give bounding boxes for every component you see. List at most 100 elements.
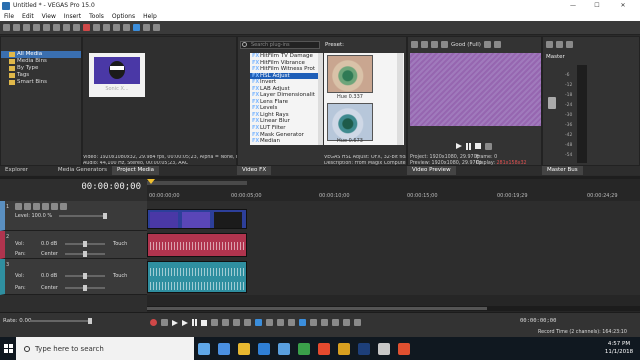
zoom-tool-icon[interactable] <box>153 24 160 31</box>
pause-icon[interactable] <box>466 143 471 150</box>
audio-track-header[interactable]: 2 Vol: 0.0 dB Touch Pan: Center <box>0 231 147 259</box>
pause-icon[interactable] <box>192 319 197 326</box>
render-icon[interactable] <box>33 24 40 31</box>
open-icon[interactable] <box>13 24 20 31</box>
volume-slider[interactable] <box>83 241 87 247</box>
save-icon[interactable] <box>23 24 30 31</box>
copy-icon[interactable] <box>63 24 70 31</box>
overlay-icon[interactable] <box>431 41 438 48</box>
automation-mode[interactable]: Touch <box>113 241 127 247</box>
automation-icon[interactable] <box>42 203 49 210</box>
play-from-start-icon[interactable] <box>172 319 178 326</box>
tree-item-by-type[interactable]: By Type <box>1 65 81 72</box>
tree-item-media-bins[interactable]: Media Bins <box>1 58 81 65</box>
menu-options[interactable]: Options <box>108 13 139 20</box>
tab-project-media[interactable]: Project Media <box>111 166 160 175</box>
mixer-settings-icon[interactable] <box>546 41 553 48</box>
trim-start-icon[interactable] <box>343 319 350 326</box>
insert-bus-icon[interactable] <box>556 41 563 48</box>
solo-icon[interactable] <box>60 203 67 210</box>
menu-edit[interactable]: Edit <box>18 13 38 20</box>
stop-icon[interactable] <box>201 319 207 326</box>
normal-edit-tool-icon[interactable] <box>133 24 140 31</box>
trim-icon[interactable] <box>93 24 100 31</box>
preset-scrollbar[interactable] <box>397 53 403 145</box>
video-level-slider[interactable] <box>103 213 107 219</box>
tab-video-fx[interactable]: Video FX <box>237 166 272 175</box>
loop-region-bar[interactable] <box>147 181 247 185</box>
ignore-grouping-icon[interactable] <box>321 319 328 326</box>
preset-thumbnail[interactable] <box>327 103 373 141</box>
tree-item-tags[interactable]: Tags <box>1 72 81 79</box>
downmix-icon[interactable] <box>566 41 573 48</box>
stop-icon[interactable] <box>475 143 481 149</box>
envelope-tool-icon[interactable] <box>143 24 150 31</box>
properties-icon[interactable] <box>43 24 50 31</box>
trim-end-icon[interactable] <box>354 319 361 326</box>
store-icon[interactable] <box>258 342 270 355</box>
video-track-lane[interactable] <box>147 201 640 231</box>
audio-track-lane[interactable] <box>147 259 640 295</box>
tree-item-smart-bins[interactable]: Smart Bins <box>1 79 81 86</box>
pan-slider[interactable] <box>83 251 87 257</box>
pan-slider[interactable] <box>83 285 87 291</box>
taskbar-search-box[interactable]: Type here to search <box>16 337 194 360</box>
mute-icon[interactable] <box>51 203 58 210</box>
tab-media-generators[interactable]: Media Generators <box>53 166 112 175</box>
fx-item[interactable]: FX Median <box>250 138 318 145</box>
delete-icon[interactable] <box>83 24 90 31</box>
browser-icon[interactable] <box>218 342 230 355</box>
automation-mode[interactable]: Touch <box>113 273 127 279</box>
volume-slider[interactable] <box>83 273 87 279</box>
maximize-button[interactable]: ☐ <box>586 0 608 11</box>
rate-slider[interactable] <box>88 318 92 324</box>
menu-tools[interactable]: Tools <box>85 13 108 20</box>
close-button[interactable]: ✕ <box>612 0 634 11</box>
undo-icon[interactable] <box>113 24 120 31</box>
next-frame-icon[interactable] <box>244 319 251 326</box>
copy-snapshot-icon[interactable] <box>493 41 501 48</box>
preset-thumbnail[interactable] <box>327 55 373 93</box>
timeline-ruler[interactable]: 00:00:00;00 00:00:05;00 00:00:10;00 00:0… <box>147 179 640 201</box>
menu-help[interactable]: Help <box>139 13 161 20</box>
preview-quality-select[interactable]: Good (Full) <box>451 42 481 48</box>
snapshot-icon[interactable] <box>441 41 448 48</box>
play-icon[interactable] <box>103 24 110 31</box>
go-to-start-icon[interactable] <box>211 319 218 326</box>
tab-master-bus[interactable]: Master Bus <box>542 166 583 175</box>
play-icon[interactable] <box>182 319 188 326</box>
minimize-button[interactable]: — <box>562 0 584 11</box>
audio-track-header[interactable]: 3 Vol: 0.0 dB Touch Pan: Center <box>0 259 147 295</box>
edit-tool-icon[interactable] <box>255 319 262 326</box>
cut-icon[interactable] <box>53 24 60 31</box>
fx-list-scrollbar[interactable] <box>318 53 323 145</box>
app-icon[interactable] <box>398 342 410 355</box>
fx-icon[interactable] <box>33 203 40 210</box>
redo-icon[interactable] <box>123 24 130 31</box>
motion-icon[interactable] <box>24 203 31 210</box>
vegas-taskbar-icon[interactable] <box>358 342 370 355</box>
start-button[interactable] <box>0 337 16 360</box>
tree-item-all-media[interactable]: All Media <box>1 51 81 58</box>
timeline-horizontal-scrollbar[interactable] <box>147 306 640 311</box>
app-icon[interactable] <box>378 342 390 355</box>
menu-insert[interactable]: Insert <box>60 13 85 20</box>
plugin-search-input[interactable]: Search plug-ins <box>240 41 320 49</box>
audio-event[interactable] <box>147 233 247 257</box>
expand-icon[interactable] <box>15 203 22 210</box>
settings-icon[interactable] <box>411 41 418 48</box>
menu-icon[interactable] <box>485 143 492 150</box>
tab-explorer[interactable]: Explorer <box>0 166 33 175</box>
video-event[interactable] <box>147 209 247 229</box>
snapping-icon[interactable] <box>266 319 273 326</box>
split-screen-icon[interactable] <box>421 41 428 48</box>
app-icon[interactable] <box>338 342 350 355</box>
master-fader[interactable] <box>548 97 556 109</box>
audio-event[interactable] <box>147 261 247 293</box>
lock-envelopes-icon[interactable] <box>310 319 317 326</box>
audio-track-lane[interactable] <box>147 231 640 259</box>
play-icon[interactable] <box>456 143 462 149</box>
previous-frame-icon[interactable] <box>233 319 240 326</box>
menu-view[interactable]: View <box>38 13 60 20</box>
task-view-icon[interactable] <box>198 342 210 355</box>
